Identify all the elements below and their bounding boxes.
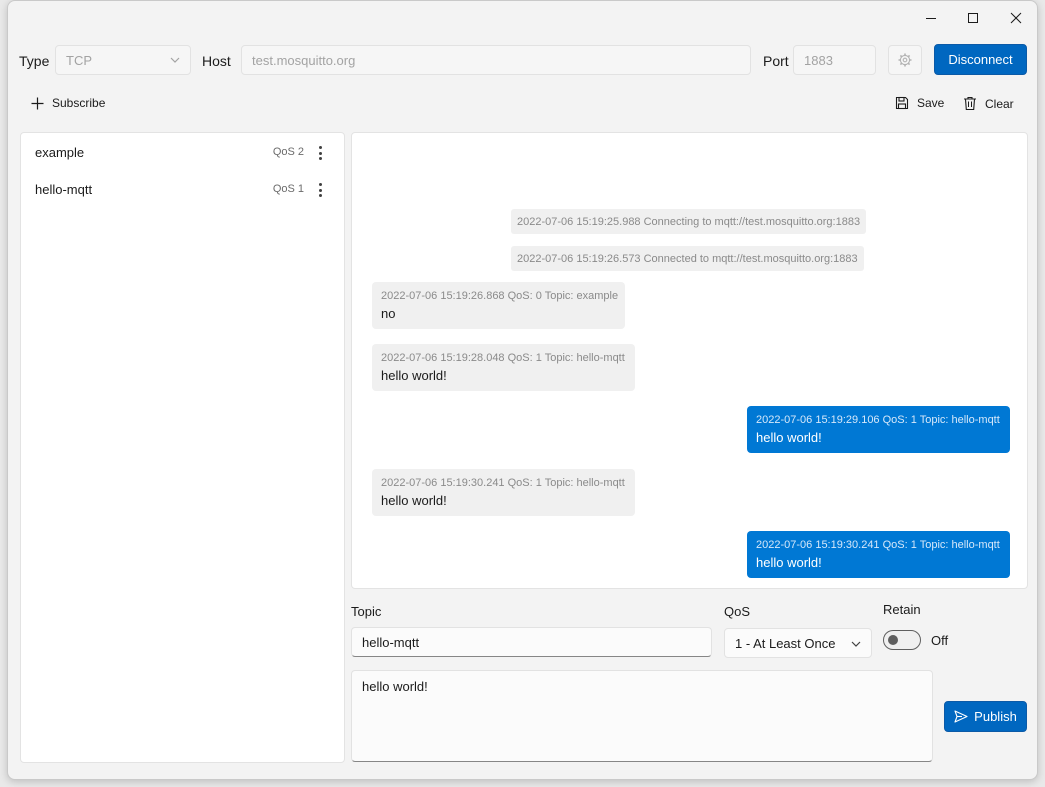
incoming-message: 2022-07-06 15:19:26.868 QoS: 0 Topic: ex… xyxy=(372,282,625,329)
subscription-qos: QoS 2 xyxy=(272,146,304,158)
log-message: 2022-07-06 15:19:25.988 Connecting to mq… xyxy=(511,209,867,234)
type-label: Type xyxy=(19,53,50,69)
incoming-message: 2022-07-06 15:19:28.048 QoS: 1 Topic: he… xyxy=(372,344,635,391)
more-vertical-icon[interactable] xyxy=(312,144,328,162)
gear-icon xyxy=(898,53,912,67)
qos-label: QoS xyxy=(724,604,751,619)
message-meta: 2022-07-06 15:19:30.241 QoS: 1 Topic: he… xyxy=(381,477,625,489)
log-text: 2022-07-06 15:19:26.573 Connected to mqt… xyxy=(517,252,858,265)
publish-label: Publish xyxy=(974,709,1017,724)
plus-icon xyxy=(31,97,44,109)
subscribe-button[interactable]: Subscribe xyxy=(31,96,105,110)
chevron-down-icon xyxy=(170,57,180,63)
message-body: hello world! xyxy=(756,555,822,570)
port-input[interactable]: 1883 xyxy=(793,45,876,75)
retain-state: Off xyxy=(931,633,949,648)
message-meta: 2022-07-06 15:19:26.868 QoS: 0 Topic: ex… xyxy=(381,290,619,302)
subscription-qos: QoS 1 xyxy=(272,183,304,195)
maximize-icon[interactable] xyxy=(958,7,988,29)
subscription-item[interactable]: example QoS 2 xyxy=(21,135,344,171)
message-meta: 2022-07-06 15:19:28.048 QoS: 1 Topic: he… xyxy=(381,352,625,364)
subscribe-label: Subscribe xyxy=(52,96,106,110)
message-body: hello world! xyxy=(381,493,447,508)
messages-panel[interactable]: 2022-07-06 15:19:25.988 Connecting to mq… xyxy=(351,132,1028,589)
type-value: TCP xyxy=(66,52,92,68)
settings-button[interactable] xyxy=(888,45,922,75)
message-body: hello world! xyxy=(381,368,447,383)
host-label: Host xyxy=(202,53,231,69)
retain-toggle[interactable] xyxy=(883,630,921,650)
payload-textarea[interactable]: hello world! xyxy=(351,670,933,762)
incoming-message: 2022-07-06 15:19:30.241 QoS: 1 Topic: he… xyxy=(372,469,635,516)
publish-button[interactable]: Publish xyxy=(944,701,1027,732)
outgoing-message: 2022-07-06 15:19:29.106 QoS: 1 Topic: he… xyxy=(747,406,1010,453)
message-body: no xyxy=(381,306,396,321)
more-vertical-icon[interactable] xyxy=(312,181,328,199)
minimize-icon[interactable] xyxy=(916,7,946,29)
subscription-topic: hello-mqtt xyxy=(35,182,93,197)
log-text: 2022-07-06 15:19:25.988 Connecting to mq… xyxy=(517,215,861,228)
chevron-down-icon xyxy=(851,641,861,647)
send-icon xyxy=(954,710,968,723)
host-value: test.mosquitto.org xyxy=(252,52,356,68)
subscription-item[interactable]: hello-mqtt QoS 1 xyxy=(21,172,344,208)
subscription-topic: example xyxy=(35,145,85,160)
payload-value: hello world! xyxy=(362,679,428,694)
clear-button[interactable]: Clear xyxy=(963,96,1014,111)
disconnect-label: Disconnect xyxy=(948,52,1013,67)
retain-label: Retain xyxy=(883,602,921,617)
app-window: Type TCP Host test.mosquitto.org Port 18… xyxy=(7,0,1038,780)
disconnect-button[interactable]: Disconnect xyxy=(934,44,1027,75)
qos-select[interactable]: 1 - At Least Once xyxy=(724,628,872,658)
log-message: 2022-07-06 15:19:26.573 Connected to mqt… xyxy=(511,246,864,271)
save-button[interactable]: Save xyxy=(895,96,944,110)
port-value: 1883 xyxy=(804,52,833,68)
message-meta: 2022-07-06 15:19:30.241 QoS: 1 Topic: he… xyxy=(756,539,1000,551)
topic-value: hello-mqtt xyxy=(362,634,420,650)
save-label: Save xyxy=(917,96,945,110)
message-body: hello world! xyxy=(756,430,822,445)
subscriptions-list: example QoS 2 hello-mqtt QoS 1 xyxy=(20,132,345,763)
topic-label: Topic xyxy=(351,604,382,619)
publish-topic-input[interactable]: hello-mqtt xyxy=(351,627,712,657)
qos-value: 1 - At Least Once xyxy=(735,635,836,651)
toggle-knob xyxy=(888,635,898,645)
trash-icon xyxy=(964,96,976,111)
port-label: Port xyxy=(763,53,789,69)
host-input[interactable]: test.mosquitto.org xyxy=(241,45,751,75)
clear-label: Clear xyxy=(985,96,1014,111)
type-select[interactable]: TCP xyxy=(55,45,191,75)
save-icon xyxy=(895,96,909,110)
message-meta: 2022-07-06 15:19:29.106 QoS: 1 Topic: he… xyxy=(756,414,1000,426)
outgoing-message: 2022-07-06 15:19:30.241 QoS: 1 Topic: he… xyxy=(747,531,1010,578)
close-icon[interactable] xyxy=(1001,7,1031,29)
